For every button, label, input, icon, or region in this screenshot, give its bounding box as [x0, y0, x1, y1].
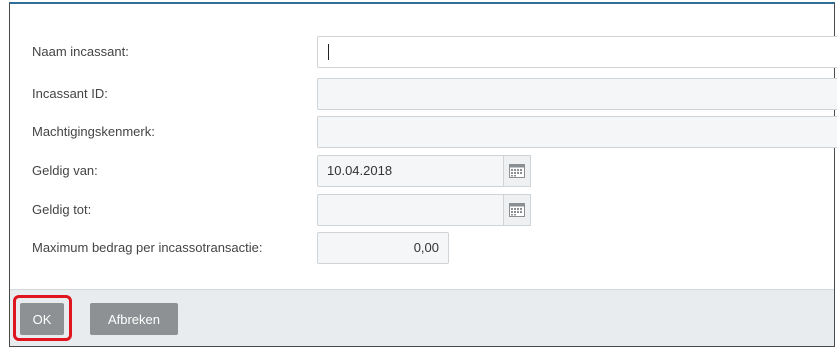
row-naam-incassant: Naam incassant:: [10, 36, 837, 68]
row-geldig-van: Geldig van: 10.04.2018: [10, 155, 834, 187]
label-incassant-id: Incassant ID:: [32, 86, 108, 101]
row-incassant-id: Incassant ID:: [10, 78, 837, 110]
geldig-van-calendar-button[interactable]: [503, 155, 531, 187]
label-geldig-van: Geldig van:: [32, 163, 98, 178]
ok-button-highlight: [13, 295, 72, 341]
label-naam-incassant: Naam incassant:: [32, 44, 129, 59]
dialog-footer: OK Afbreken: [10, 289, 834, 346]
row-maximum-bedrag: Maximum bedrag per incassotransactie: 0,…: [10, 232, 834, 264]
calendar-icon: [509, 164, 525, 178]
geldig-tot-calendar-button[interactable]: [503, 194, 531, 226]
cancel-button[interactable]: Afbreken: [90, 303, 178, 335]
label-geldig-tot: Geldig tot:: [32, 202, 92, 217]
calendar-icon: [509, 203, 525, 217]
label-maximum-bedrag: Maximum bedrag per incassotransactie:: [32, 240, 263, 255]
text-cursor: [328, 44, 329, 60]
row-machtigingskenmerk: Machtigingskenmerk:: [10, 116, 837, 148]
maximum-bedrag-input[interactable]: 0,00: [317, 232, 449, 264]
dialog: Naam incassant: Incassant ID: Machtiging…: [9, 2, 837, 347]
row-geldig-tot: Geldig tot:: [10, 194, 834, 226]
machtigingskenmerk-input[interactable]: [317, 116, 837, 148]
naam-incassant-input[interactable]: [317, 36, 837, 68]
geldig-tot-input[interactable]: [317, 194, 503, 226]
incassant-id-input[interactable]: [317, 78, 837, 110]
label-machtigingskenmerk: Machtigingskenmerk:: [32, 124, 155, 139]
geldig-van-input[interactable]: 10.04.2018: [317, 155, 503, 187]
